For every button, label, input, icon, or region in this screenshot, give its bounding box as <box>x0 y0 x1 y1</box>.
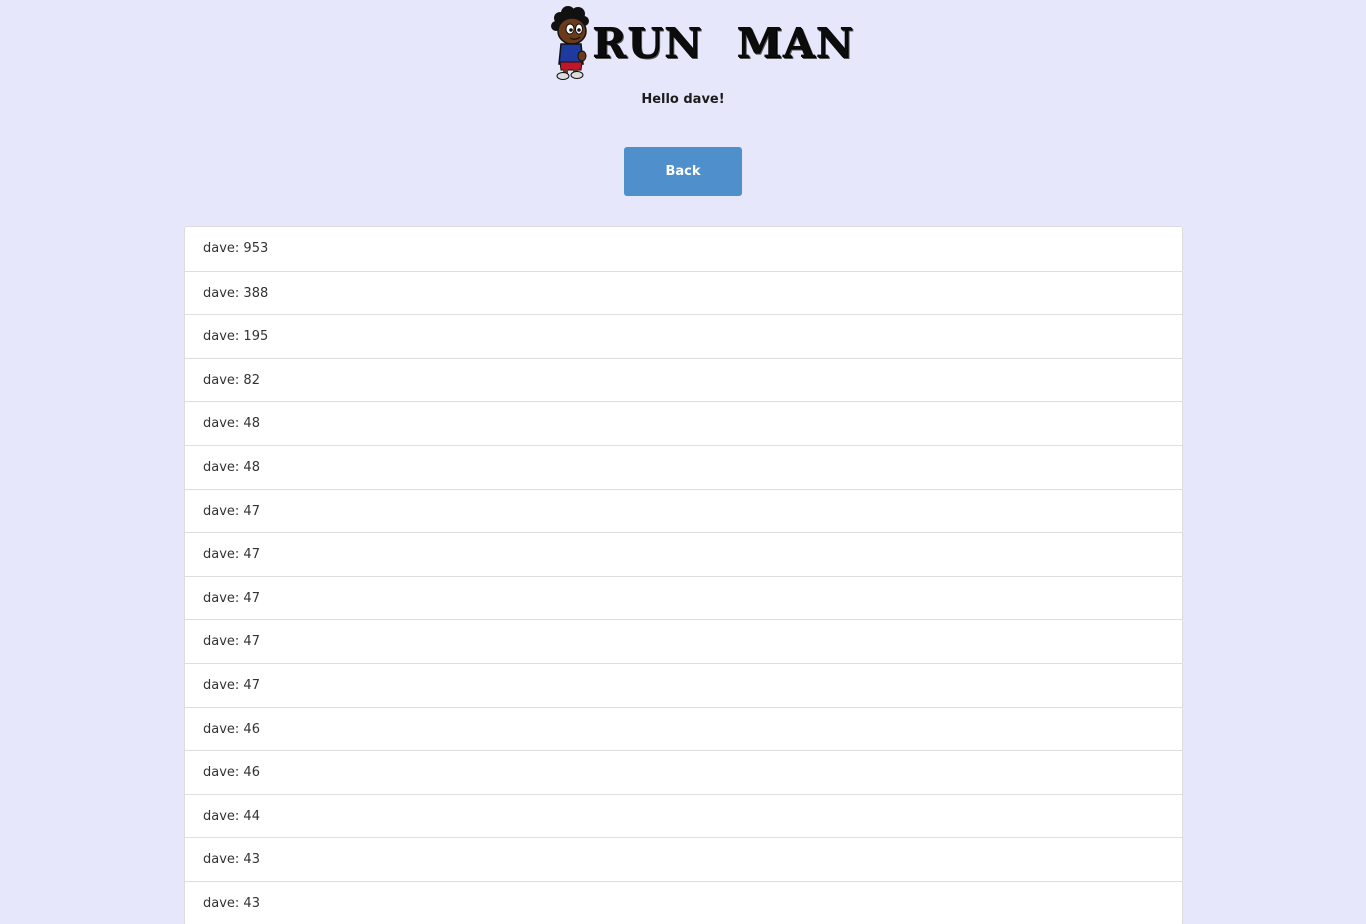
back-button[interactable]: Back <box>624 147 742 196</box>
score-list: dave: 953 dave: 388 dave: 195 dave: 82 dave:… <box>184 226 1183 924</box>
list-item: dave: 43 <box>185 837 1182 881</box>
list-item: dave: 47 <box>185 619 1182 663</box>
list-item: dave: 43 <box>185 880 1182 924</box>
logo-word-run: RUN <box>592 19 703 67</box>
list-item: dave: 46 <box>185 706 1182 751</box>
list-item: dave: 48 <box>185 444 1182 489</box>
runner-character-icon <box>551 6 589 80</box>
page: RUN MAN Hello dave! Back dave: 953 dave: … <box>0 0 1366 924</box>
list-item: dave: 388 <box>185 270 1182 315</box>
logo-word-man: MAN <box>736 19 854 67</box>
list-item: dave: 953 <box>203 241 269 256</box>
greeting-text: Hello dave! <box>641 92 725 107</box>
list-item: dave: 46 <box>185 750 1182 794</box>
list-item: dave: 44 <box>185 793 1182 838</box>
list-item: dave: 82 <box>185 357 1182 402</box>
logo-text: RUN MAN <box>592 18 854 68</box>
list-item: dave: 47 <box>185 488 1182 533</box>
list-item: dave: 47 <box>185 662 1182 707</box>
logo: RUN MAN <box>548 4 853 80</box>
list-item: dave: 47 <box>185 575 1182 620</box>
list-item: dave: 48 <box>185 401 1182 445</box>
list-item: dave: 195 <box>185 314 1182 358</box>
list-item: dave: 47 <box>185 532 1182 576</box>
